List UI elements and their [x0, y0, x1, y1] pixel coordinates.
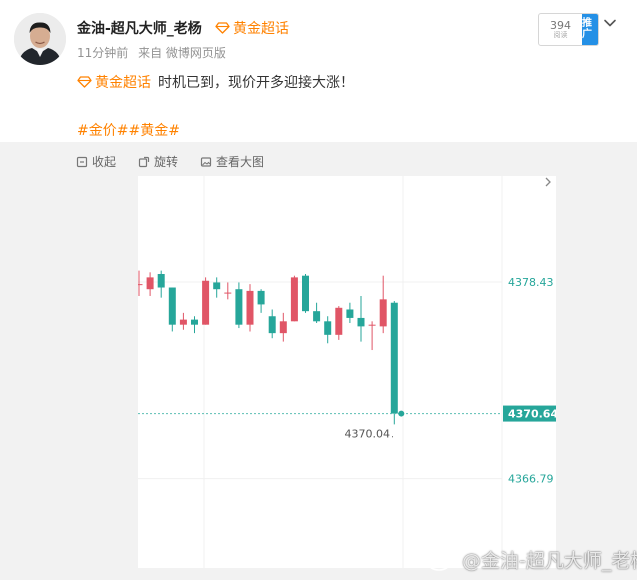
- post-hashtags[interactable]: #金价##黄金#: [77, 120, 180, 140]
- candle-body: [313, 311, 321, 322]
- author-avatar[interactable]: [14, 13, 66, 65]
- candle-body: [168, 287, 176, 325]
- view-large-button[interactable]: 查看大图: [200, 153, 264, 170]
- topic-badge-label: 黄金超话: [233, 21, 289, 37]
- rotate-label: 旋转: [154, 155, 179, 169]
- read-count: 394: [550, 19, 571, 33]
- collapse-button[interactable]: 收起: [76, 153, 116, 170]
- current-price-label: 4370.64: [508, 408, 556, 421]
- candle-body: [224, 292, 232, 294]
- candle-body: [346, 309, 354, 318]
- candle-body: [246, 290, 254, 325]
- promote-label: 推广: [582, 18, 592, 40]
- candle-body: [191, 319, 198, 325]
- author-name[interactable]: 金油-超凡大师_老杨: [77, 18, 202, 38]
- post-time[interactable]: 11分钟前: [77, 46, 128, 60]
- candle-body: [138, 284, 143, 286]
- candle-body: [179, 319, 187, 325]
- candle-body: [202, 280, 210, 325]
- view-large-label: 查看大图: [216, 155, 265, 169]
- post-text: 时机已到，现价开多迎接大涨！: [158, 75, 354, 91]
- post-content: 黄金超话 时机已到，现价开多迎接大涨！: [77, 72, 354, 92]
- candle-body: [335, 307, 343, 335]
- candle-body: [290, 277, 298, 322]
- candle-body: [157, 274, 165, 288]
- read-count-label: 阅读: [553, 30, 568, 39]
- candle-body: [279, 321, 287, 334]
- watermark-text: @金油-超凡大师_老杨: [462, 550, 637, 572]
- candle-body: [302, 275, 309, 312]
- weibo-logo-icon: [427, 550, 454, 571]
- candle-body: [213, 282, 221, 290]
- candle-body: [146, 277, 154, 290]
- y-tick-label: 4366.79: [508, 473, 554, 486]
- post-topic-link[interactable]: 黄金超话: [95, 72, 151, 92]
- candle-body: [235, 289, 243, 325]
- collapse-label: 收起: [92, 155, 117, 169]
- media-toolbar: 收起 旋转 查看大图: [76, 153, 264, 170]
- diamond-icon: [215, 22, 230, 34]
- watermark: @金油-超凡大师_老杨: [426, 546, 637, 573]
- topic-badge[interactable]: 黄金超话: [215, 18, 289, 38]
- candle-body: [357, 317, 365, 327]
- y-tick-label: 4378.43: [508, 276, 554, 289]
- chevron-down-icon[interactable]: [603, 16, 617, 30]
- candle-body: [390, 302, 398, 414]
- post-meta: 11分钟前 来自 微博网页版: [77, 44, 226, 61]
- low-price-label: 4370.04: [345, 428, 391, 441]
- candle-body: [324, 321, 332, 335]
- current-price-dot: [398, 410, 405, 417]
- diamond-icon: [77, 76, 92, 88]
- rotate-button[interactable]: 旋转: [138, 153, 178, 170]
- collapse-icon: [76, 156, 88, 167]
- image-icon: [200, 156, 212, 167]
- promote-button[interactable]: 推广: [582, 14, 598, 45]
- candle-body: [257, 290, 265, 305]
- chevron-right-icon: [545, 177, 551, 187]
- candle-body: [368, 324, 376, 326]
- chart-image[interactable]: 4370.04 4378.43 4366.79 4370.64: [138, 176, 556, 568]
- candle-body: [379, 299, 387, 327]
- candlestick-chart: 4370.04 4378.43 4366.79 4370.64: [138, 176, 556, 568]
- post-source: 来自 微博网页版: [138, 46, 226, 60]
- rotate-icon: [138, 156, 150, 167]
- promote-pill[interactable]: 394 阅读 推广: [538, 13, 599, 46]
- candle-body: [268, 316, 276, 334]
